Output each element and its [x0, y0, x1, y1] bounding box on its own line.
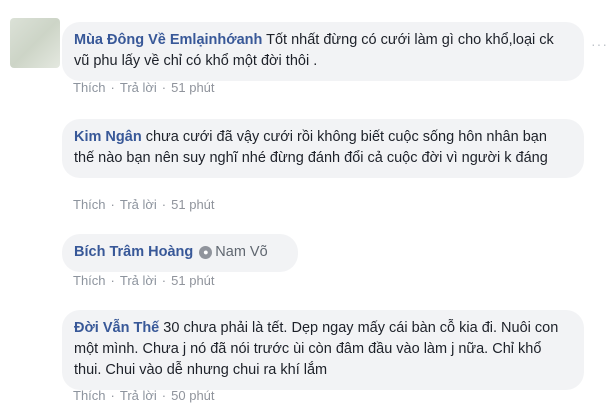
- reply-link[interactable]: Trả lời: [120, 388, 157, 403]
- user-mention-icon: ●: [199, 246, 213, 259]
- comment-time[interactable]: 51 phút: [171, 197, 214, 212]
- comment-author[interactable]: Bích Trâm Hoàng: [74, 244, 193, 260]
- comment-actions: Thích · Trả lời · 51 phút: [73, 197, 215, 212]
- comment-time[interactable]: 50 phút: [171, 388, 214, 403]
- comment-author[interactable]: Đời Vẫn Thế: [74, 320, 159, 336]
- reply-link[interactable]: Trả lời: [120, 197, 157, 212]
- comment-bubble: Kim Ngân chưa cưới đã vậy cưới rồi không…: [62, 119, 584, 178]
- separator-dot: ·: [110, 273, 115, 288]
- comment-actions: Thích · Trả lời · 50 phút: [73, 388, 215, 403]
- separator-dot: ·: [110, 80, 115, 95]
- comment-time[interactable]: 51 phút: [171, 80, 214, 95]
- comment-author[interactable]: Kim Ngân: [74, 129, 142, 145]
- like-link[interactable]: Thích: [73, 197, 106, 212]
- more-options-icon[interactable]: ···: [591, 36, 608, 52]
- reply-link[interactable]: Trả lời: [120, 273, 157, 288]
- comment-time[interactable]: 51 phút: [171, 273, 214, 288]
- like-link[interactable]: Thích: [73, 273, 106, 288]
- comment-bubble: Đời Vẫn Thế 30 chưa phải là tết. Dẹp nga…: [62, 310, 584, 390]
- separator-dot: ·: [161, 388, 167, 403]
- separator-dot: ·: [161, 197, 167, 212]
- comment-author[interactable]: Mùa Đông Về Emlạinhớanh: [74, 32, 262, 48]
- comment-bubble: Mùa Đông Về Emlạinhớanh Tốt nhất đừng có…: [62, 22, 584, 81]
- separator-dot: ·: [161, 273, 167, 288]
- comment-actions: Thích · Trả lời · 51 phút: [73, 273, 215, 288]
- reply-link[interactable]: Trả lời: [120, 80, 157, 95]
- separator-dot: ·: [110, 388, 115, 403]
- comment-text: chưa cưới đã vậy cưới rồi không biết cuộ…: [74, 129, 548, 166]
- separator-dot: ·: [110, 197, 115, 212]
- separator-dot: ·: [161, 80, 167, 95]
- mentioned-user[interactable]: Nam Võ: [215, 244, 267, 260]
- avatar[interactable]: [10, 18, 60, 68]
- like-link[interactable]: Thích: [73, 80, 106, 95]
- comment-actions: Thích · Trả lời · 51 phút: [73, 80, 215, 95]
- like-link[interactable]: Thích: [73, 388, 106, 403]
- comment-bubble: Bích Trâm Hoàng ● Nam Võ: [62, 234, 298, 272]
